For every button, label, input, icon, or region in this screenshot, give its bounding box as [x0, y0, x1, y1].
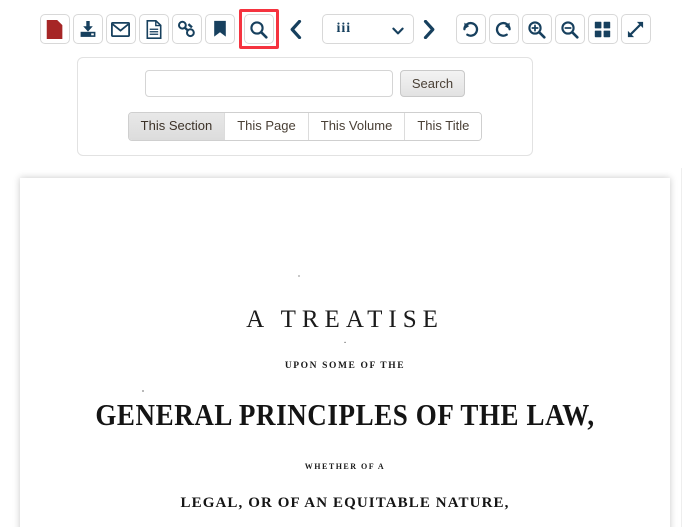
doc-title: A TREATISE	[246, 306, 444, 333]
chevron-right-icon	[423, 19, 436, 39]
email-button[interactable]	[105, 14, 136, 44]
document-text-icon	[146, 19, 162, 39]
page-select-value: iii	[336, 21, 352, 36]
fullscreen-button[interactable]	[620, 14, 651, 44]
previous-page-button[interactable]	[283, 14, 309, 44]
search-submit-button[interactable]: Search	[399, 70, 466, 97]
envelope-icon	[111, 21, 130, 37]
zoom-in-button[interactable]	[521, 14, 552, 44]
download-pdf-button[interactable]: A	[39, 14, 70, 44]
rotate-right-icon	[494, 20, 513, 39]
next-page-button[interactable]	[417, 14, 443, 44]
rotate-right-button[interactable]	[488, 14, 519, 44]
zoom-out-button[interactable]	[554, 14, 585, 44]
download-button[interactable]	[72, 14, 103, 44]
search-input[interactable]	[144, 70, 393, 97]
magnifier-minus-icon	[560, 20, 579, 39]
doc-subtitle-1: UPON SOME OF THE	[284, 361, 406, 371]
magnifier-plus-icon	[527, 20, 546, 39]
text-view-button[interactable]	[138, 14, 169, 44]
scope-this-volume[interactable]: This Volume	[307, 113, 405, 141]
chevron-left-icon	[289, 19, 302, 39]
search-row: Search	[78, 58, 532, 97]
svg-text:A: A	[50, 28, 56, 37]
search-scope-group: This Section This Page This Volume This …	[127, 112, 483, 142]
search-panel: Search This Section This Page This Volum…	[77, 57, 533, 156]
search-tool-highlight	[238, 9, 279, 49]
search-scope-row: This Section This Page This Volume This …	[78, 112, 532, 142]
document-viewer[interactable]: A TREATISE · UPON SOME OF THE GENERAL PR…	[0, 168, 690, 527]
rotate-left-icon	[461, 20, 480, 39]
link-button[interactable]	[171, 14, 202, 44]
doc-ornament-dot: ·	[343, 338, 347, 349]
bookmark-button[interactable]	[204, 14, 235, 44]
scope-this-section[interactable]: This Section	[128, 113, 225, 141]
viewer-toolbar: A iii	[0, 0, 690, 58]
bookmark-icon	[213, 20, 227, 38]
page-sheet: A TREATISE · UPON SOME OF THE GENERAL PR…	[20, 178, 670, 527]
rotate-left-button[interactable]	[455, 14, 486, 44]
vertical-scrollbar[interactable]	[681, 168, 690, 527]
doc-main-title: GENERAL PRINCIPLES OF THE LAW,	[95, 398, 595, 432]
doc-subtitle-2: WHETHER OF A	[304, 462, 386, 471]
pdf-file-icon: A	[46, 19, 63, 39]
thumbnail-grid-button[interactable]	[587, 14, 618, 44]
chevron-down-icon	[391, 24, 404, 42]
grid-icon	[594, 21, 611, 38]
doc-subtitle-3: LEGAL, OR OF AN EQUITABLE NATURE,	[180, 495, 510, 511]
expand-arrows-icon	[626, 20, 645, 39]
page-select[interactable]: iii	[321, 14, 414, 44]
download-icon	[79, 20, 97, 38]
search-button[interactable]	[243, 14, 274, 44]
scope-this-page[interactable]: This Page	[224, 113, 308, 141]
link-chain-icon	[177, 20, 196, 38]
scope-this-title[interactable]: This Title	[404, 113, 482, 141]
magnifier-icon	[249, 20, 268, 39]
scanned-page-text: A TREATISE · UPON SOME OF THE GENERAL PR…	[34, 178, 656, 512]
